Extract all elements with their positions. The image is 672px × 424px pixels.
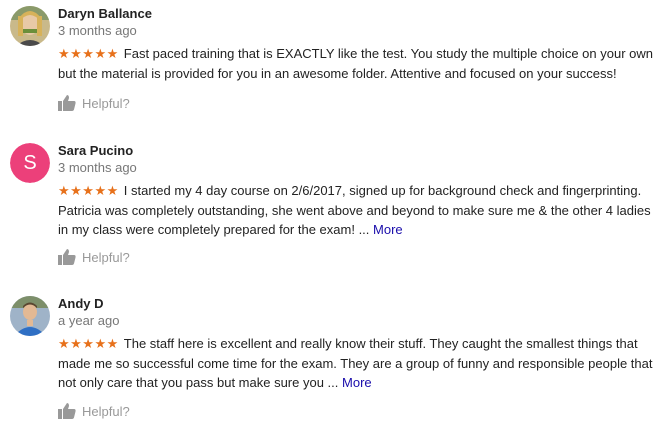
- thumbs-up-icon: [58, 249, 76, 265]
- avatar[interactable]: [10, 6, 50, 46]
- reviewer-name[interactable]: Sara Pucino: [58, 143, 133, 159]
- reviewer-name[interactable]: Daryn Ballance: [58, 6, 152, 22]
- review-date: a year ago: [58, 313, 120, 328]
- avatar[interactable]: [10, 296, 50, 336]
- review-date: 3 months ago: [58, 160, 137, 175]
- helpful-label: Helpful?: [82, 249, 130, 265]
- review-body: Fast paced training that is EXACTLY like…: [58, 46, 653, 81]
- avatar-photo-icon: [10, 296, 50, 336]
- review-card: Andy D a year ago ★★★★★ The staff here is…: [0, 296, 672, 424]
- avatar-photo-icon: [10, 6, 50, 46]
- review-text: ★★★★★ I started my 4 day course on 2/6/20…: [58, 181, 658, 240]
- reviewer-name[interactable]: Andy D: [58, 296, 104, 312]
- helpful-button[interactable]: Helpful?: [58, 95, 130, 111]
- review-card: S Sara Pucino 3 months ago ★★★★★ I starte…: [0, 143, 672, 273]
- star-rating: ★★★★★: [58, 336, 119, 351]
- thumbs-up-icon: [58, 403, 76, 419]
- avatar[interactable]: S: [10, 143, 50, 183]
- helpful-button[interactable]: Helpful?: [58, 249, 130, 265]
- review-body: I started my 4 day course on 2/6/2017, s…: [58, 183, 651, 237]
- helpful-button[interactable]: Helpful?: [58, 403, 130, 419]
- star-rating: ★★★★★: [58, 46, 119, 61]
- review-card: Daryn Ballance 3 months ago ★★★★★ Fast pa…: [0, 6, 672, 116]
- avatar-letter: S: [10, 143, 50, 183]
- star-rating: ★★★★★: [58, 183, 119, 198]
- more-link[interactable]: More: [342, 375, 372, 390]
- helpful-label: Helpful?: [82, 403, 130, 419]
- review-text: ★★★★★ The staff here is excellent and rea…: [58, 334, 658, 393]
- more-link[interactable]: More: [373, 222, 403, 237]
- thumbs-up-icon: [58, 95, 76, 111]
- helpful-label: Helpful?: [82, 95, 130, 111]
- review-text: ★★★★★ Fast paced training that is EXACTLY…: [58, 44, 658, 83]
- review-date: 3 months ago: [58, 23, 137, 38]
